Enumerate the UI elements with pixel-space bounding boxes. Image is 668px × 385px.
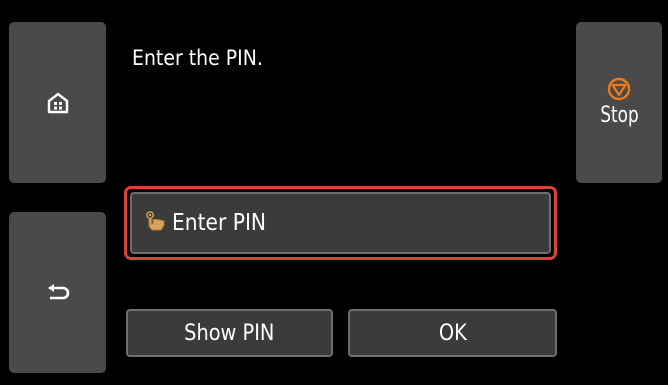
ok-label: OK <box>438 320 467 346</box>
show-pin-button[interactable]: Show PIN <box>126 309 333 357</box>
printer-panel-screen: Stop Enter the PIN. Enter PIN Show PIN O… <box>0 0 668 385</box>
enter-pin-field-body[interactable]: Enter PIN <box>130 192 551 254</box>
back-button[interactable] <box>9 212 106 373</box>
stop-button[interactable]: Stop <box>576 22 662 183</box>
stop-icon <box>607 77 631 101</box>
touch-finger-icon <box>146 211 165 231</box>
show-pin-label: Show PIN <box>184 320 275 346</box>
home-icon <box>47 92 68 113</box>
stop-label: Stop <box>599 103 639 128</box>
ok-button[interactable]: OK <box>348 309 557 357</box>
instruction-message: Enter the PIN. <box>132 46 263 70</box>
enter-pin-label: Enter PIN <box>172 210 267 236</box>
enter-pin-field[interactable]: Enter PIN <box>124 186 557 260</box>
home-button[interactable] <box>9 22 106 183</box>
back-arrow-icon <box>47 283 69 299</box>
